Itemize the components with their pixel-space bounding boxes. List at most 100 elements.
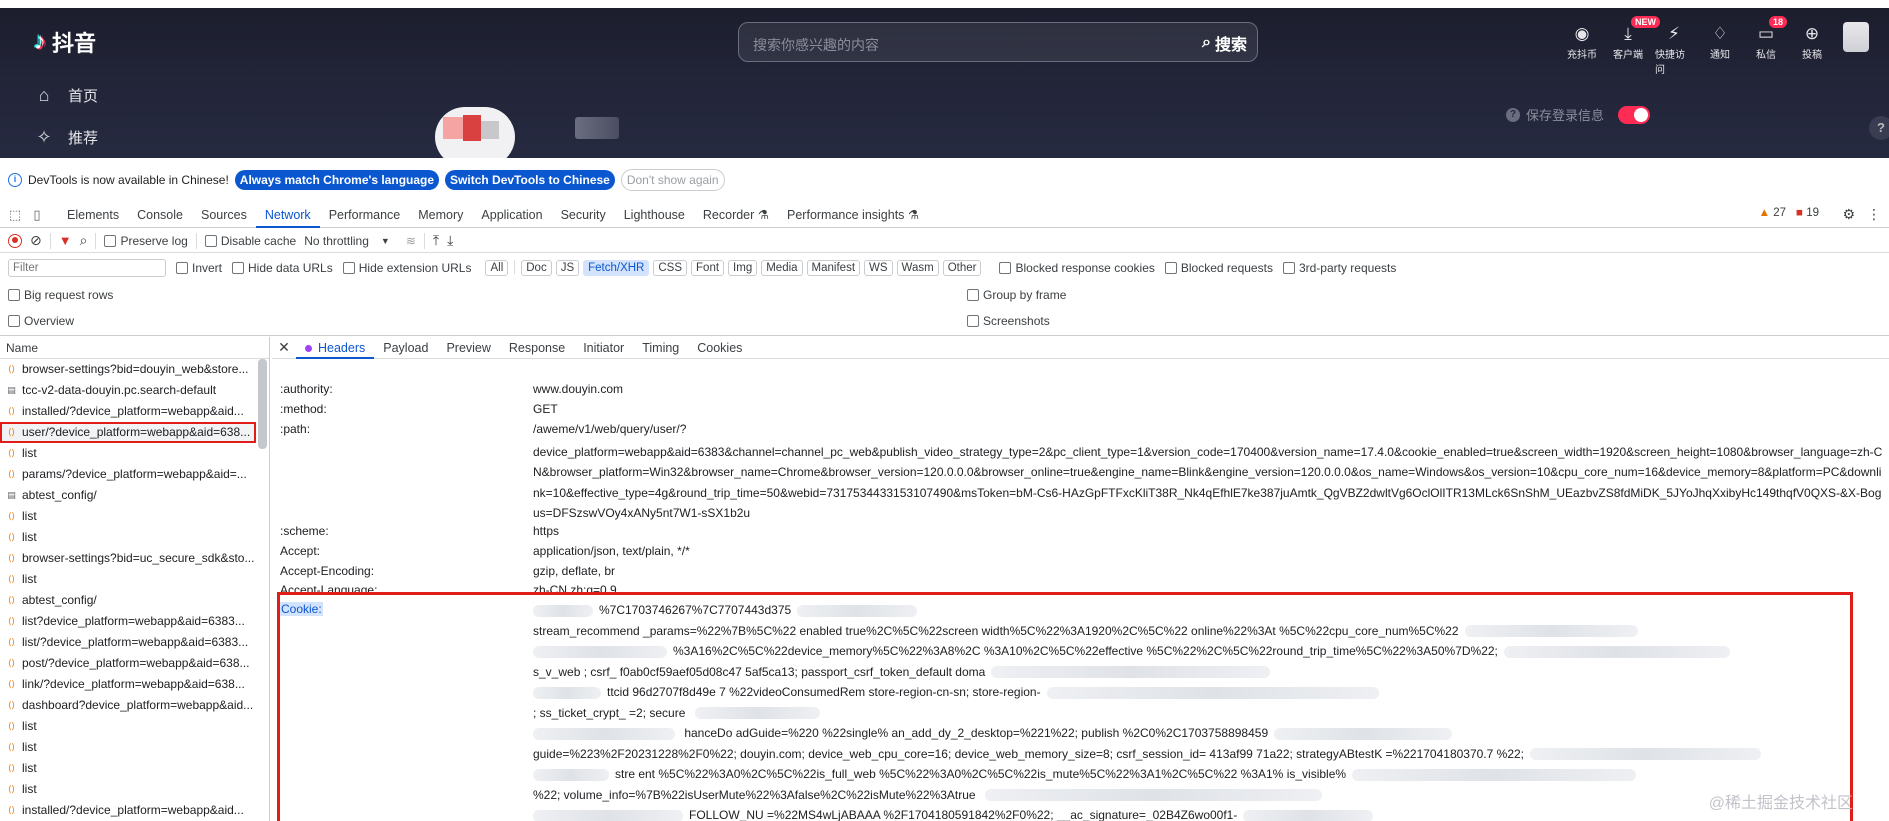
upload-button[interactable]: ⊕ 投稿: [1793, 22, 1831, 76]
filter-input[interactable]: [8, 259, 166, 277]
disable-cache-checkbox[interactable]: Disable cache: [204, 234, 296, 248]
filter-chip-manifest[interactable]: Manifest: [806, 260, 861, 276]
request-row[interactable]: ⟨⟩ list: [0, 569, 256, 590]
issue-counters[interactable]: ▲ 27 ■ 19: [1759, 207, 1819, 219]
save-login-toggle[interactable]: [1618, 105, 1651, 124]
switch-to-chinese-button[interactable]: Switch DevTools to Chinese: [445, 170, 615, 190]
tab-headers[interactable]: Headers: [296, 337, 375, 359]
close-details-icon[interactable]: ✕: [272, 339, 296, 356]
tab-timing[interactable]: Timing: [633, 337, 688, 359]
request-row[interactable]: ⟨⟩ list: [0, 527, 256, 548]
request-row[interactable]: ⟨⟩ params/?device_platform=webapp&aid=...: [0, 464, 256, 485]
request-row[interactable]: ⟨⟩ dashboard?device_platform=webapp&aid..…: [0, 695, 256, 716]
search-button[interactable]: ⌕ 搜索: [1202, 31, 1247, 55]
nav-item-home[interactable]: ⌂ 首页: [34, 85, 98, 106]
request-row[interactable]: ▤ abtest_config/: [0, 485, 256, 506]
request-row[interactable]: ⟨⟩ list: [0, 443, 256, 464]
wifi-conditions-icon[interactable]: ≋: [406, 234, 416, 248]
filter-chip-ws[interactable]: WS: [864, 260, 893, 276]
tab-application[interactable]: Application: [472, 202, 551, 228]
big-request-rows-checkbox[interactable]: Big request rows: [8, 288, 113, 302]
request-row[interactable]: ⟨⟩ list: [0, 758, 256, 779]
request-row[interactable]: ⟨⟩ list: [0, 737, 256, 758]
tab-lighthouse[interactable]: Lighthouse: [615, 202, 694, 228]
client-button[interactable]: NEW ⤓ 客户端: [1609, 16, 1660, 76]
tab-security[interactable]: Security: [552, 202, 615, 228]
request-row[interactable]: ⟨⟩ list: [0, 779, 256, 800]
profile-avatar-blurred[interactable]: [1843, 22, 1869, 52]
request-row[interactable]: ⟨⟩ browser-settings?bid=douyin_web&store.…: [0, 359, 256, 380]
name-column-header[interactable]: Name: [0, 337, 269, 359]
tab-console[interactable]: Console: [128, 202, 192, 228]
tab-payload[interactable]: Payload: [374, 337, 437, 359]
filter-chip-font[interactable]: Font: [691, 260, 725, 276]
request-list-scrollbar[interactable]: [258, 359, 267, 449]
filter-chip-css[interactable]: CSS: [653, 260, 688, 276]
throttling-select[interactable]: No throttling ▼: [304, 234, 390, 248]
blocked-response-cookies-checkbox[interactable]: Blocked response cookies: [999, 261, 1155, 275]
douyin-logo[interactable]: ♪ 抖音: [34, 26, 96, 58]
request-row[interactable]: ⟨⟩ user/?device_platform=webapp&aid=638..…: [0, 422, 256, 443]
filter-chip-all[interactable]: All: [485, 260, 509, 276]
filter-chip-other[interactable]: Other: [942, 260, 982, 276]
tab-preview[interactable]: Preview: [437, 337, 499, 359]
nav-item-recommend[interactable]: ✧ 推荐: [34, 127, 98, 148]
preserve-log-checkbox[interactable]: Preserve log: [104, 234, 188, 248]
export-har-icon[interactable]: ⤓: [447, 232, 453, 249]
tab-sources[interactable]: Sources: [192, 202, 256, 228]
filter-chip-js[interactable]: JS: [555, 260, 580, 276]
help-icon[interactable]: ?: [1869, 116, 1889, 140]
screenshots-checkbox[interactable]: Screenshots: [967, 314, 1050, 328]
tab-performance[interactable]: Performance: [320, 202, 410, 228]
request-row[interactable]: ⟨⟩ installed/?device_platform=webapp&aid.…: [0, 401, 256, 422]
device-toolbar-icon[interactable]: ▯: [26, 207, 48, 223]
overview-checkbox[interactable]: Overview: [8, 314, 74, 328]
filter-chip-wasm[interactable]: Wasm: [896, 260, 939, 276]
request-row[interactable]: ⟨⟩ list: [0, 506, 256, 527]
request-row[interactable]: ⟨⟩ abtest_config/: [0, 590, 256, 611]
group-by-frame-checkbox[interactable]: Group by frame: [967, 288, 1066, 302]
tab-initiator[interactable]: Initiator: [574, 337, 633, 359]
settings-gear-icon[interactable]: ⚙: [1842, 206, 1855, 223]
inspect-element-icon[interactable]: ⬚: [4, 207, 26, 223]
request-row[interactable]: ⟨⟩ list/?device_platform=webapp&aid=6383.…: [0, 632, 256, 653]
dont-show-again-button[interactable]: Don't show again: [620, 169, 725, 191]
request-row[interactable]: ⟨⟩ installed/?device_platform=webapp&aid.…: [0, 800, 256, 821]
third-party-requests-checkbox[interactable]: 3rd-party requests: [1282, 261, 1396, 275]
lightning-icon: ⚡: [1668, 24, 1680, 43]
search-icon[interactable]: ⌕: [80, 232, 88, 249]
recharge-button[interactable]: ◉ 充抖币: [1563, 22, 1601, 76]
hide-data-urls-checkbox[interactable]: Hide data URLs: [232, 261, 333, 275]
notification-button[interactable]: ♢ 通知: [1701, 22, 1739, 76]
more-vertical-icon[interactable]: ⋮: [1867, 206, 1881, 223]
tab-response[interactable]: Response: [500, 337, 574, 359]
filter-chip-fetch-xhr[interactable]: Fetch/XHR: [583, 260, 650, 276]
quick-access-button[interactable]: ⚡ 快捷访问: [1655, 22, 1693, 76]
tab-recorder[interactable]: Recorder ⚗: [694, 202, 778, 228]
always-match-language-button[interactable]: Always match Chrome's language: [234, 170, 440, 190]
invert-checkbox[interactable]: Invert: [176, 261, 222, 275]
tab-memory[interactable]: Memory: [409, 202, 472, 228]
request-row[interactable]: ⟨⟩ list: [0, 716, 256, 737]
filter-chip-media[interactable]: Media: [761, 260, 803, 276]
search-input[interactable]: 搜索你感兴趣的内容: [753, 35, 879, 55]
filter-chip-img[interactable]: Img: [728, 260, 758, 276]
record-icon[interactable]: [8, 233, 22, 248]
filter-chip-doc[interactable]: Doc: [521, 260, 552, 276]
filter-funnel-icon[interactable]: ▼: [59, 233, 72, 248]
tab-cookies[interactable]: Cookies: [688, 337, 751, 359]
search-box[interactable]: 搜索你感兴趣的内容 ⌕ 搜索: [738, 22, 1258, 62]
tab-network[interactable]: Network: [255, 202, 320, 228]
import-har-icon[interactable]: ⤒: [433, 232, 439, 249]
request-row[interactable]: ⟨⟩ post/?device_platform=webapp&aid=638..…: [0, 653, 256, 674]
request-row[interactable]: ▤ tcc-v2-data-douyin.pc.search-default: [0, 380, 256, 401]
blocked-requests-checkbox[interactable]: Blocked requests: [1164, 261, 1273, 275]
hide-extension-urls-checkbox[interactable]: Hide extension URLs: [342, 261, 471, 275]
clear-icon[interactable]: ⊘: [30, 232, 42, 249]
tab-elements[interactable]: Elements: [58, 202, 128, 228]
request-row[interactable]: ⟨⟩ link/?device_platform=webapp&aid=638..…: [0, 674, 256, 695]
tab-performance-insights[interactable]: Performance insights ⚗: [778, 202, 928, 228]
request-row[interactable]: ⟨⟩ browser-settings?bid=uc_secure_sdk&sto…: [0, 548, 256, 569]
messages-button[interactable]: 18 ▭ 私信: [1747, 16, 1788, 76]
request-row[interactable]: ⟨⟩ list?device_platform=webapp&aid=6383..…: [0, 611, 256, 632]
